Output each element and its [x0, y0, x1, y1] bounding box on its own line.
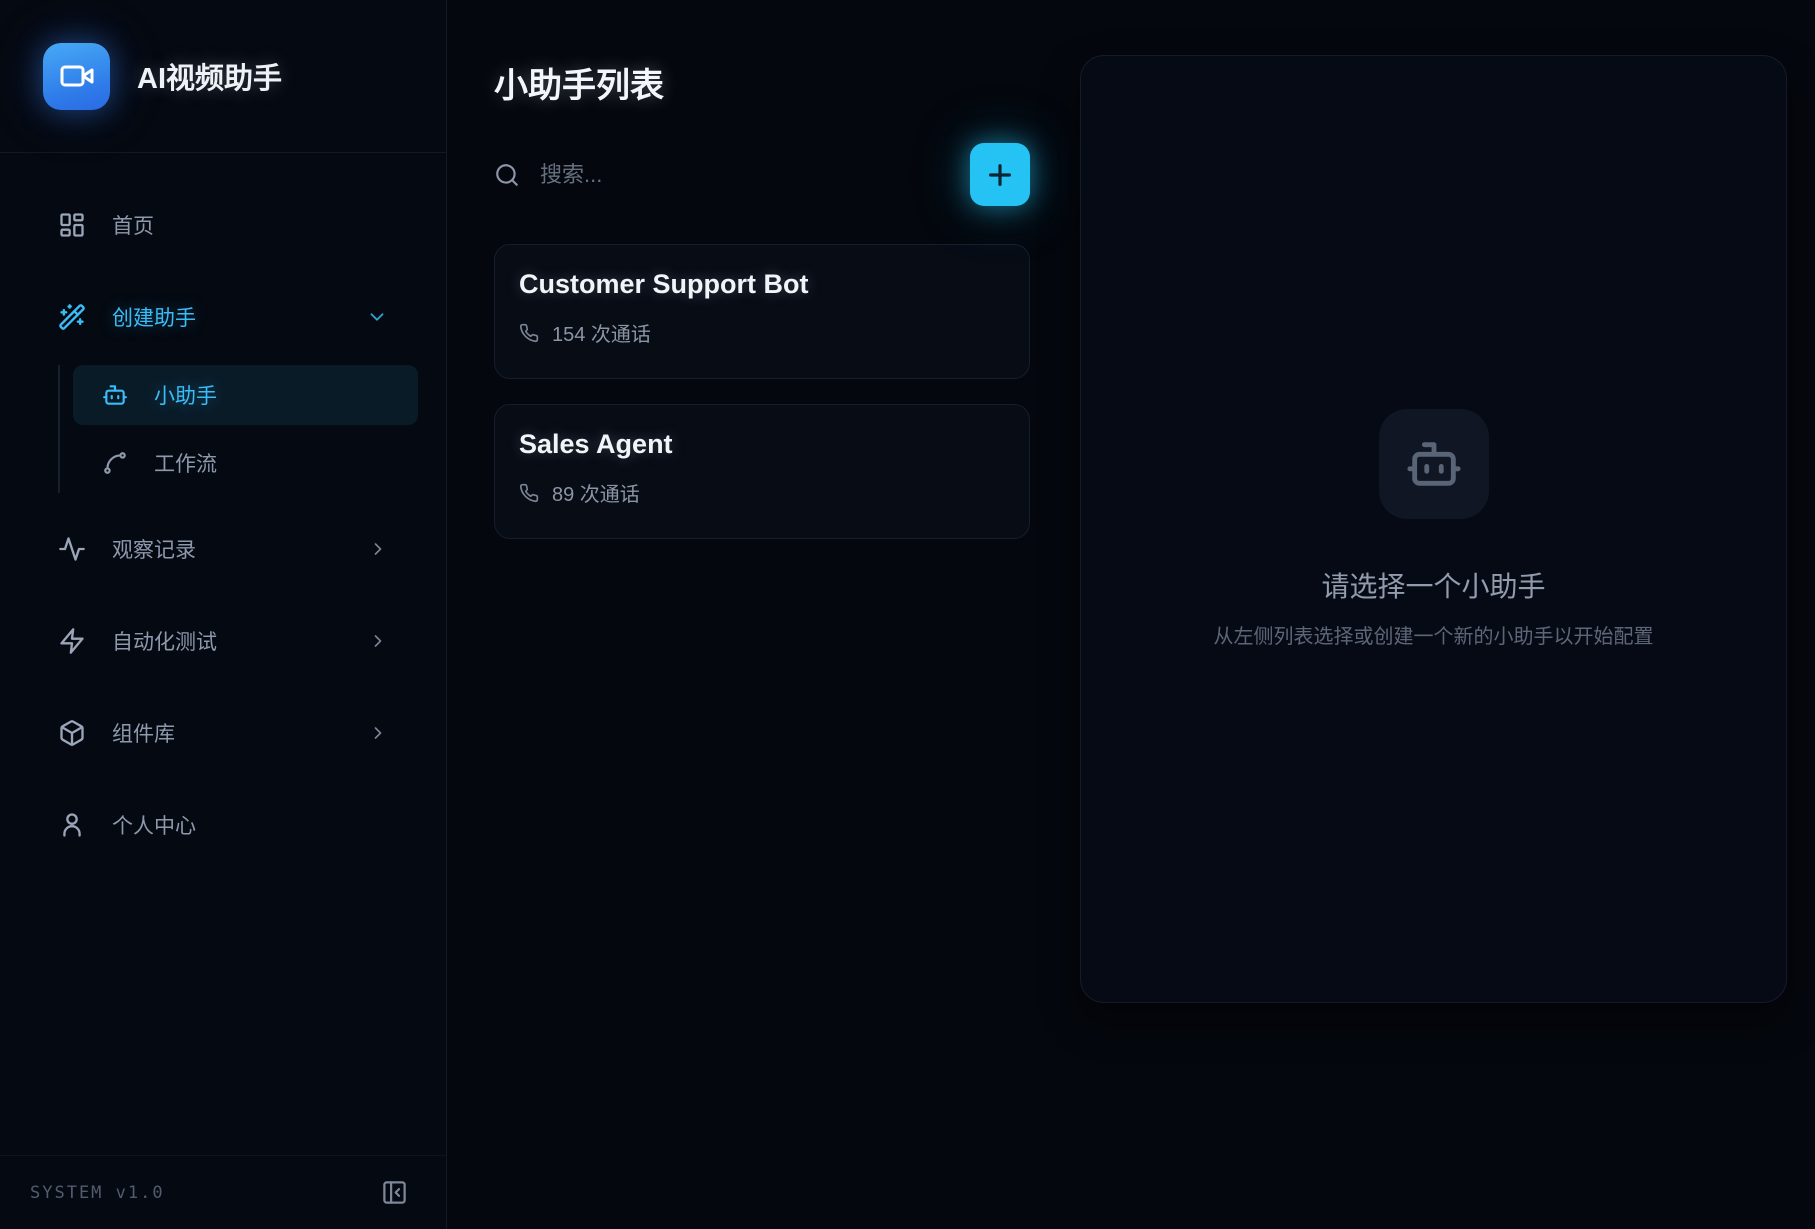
sidebar-subitem-label: 工作流: [154, 448, 217, 478]
bot-icon: [1405, 435, 1463, 493]
system-version: SYSTEM v1.0: [30, 1183, 165, 1203]
sidebar-subitem-assistants[interactable]: 小助手: [73, 365, 418, 425]
sidebar-item-label: 组件库: [112, 718, 175, 748]
sidebar-item-create-assistant[interactable]: 创建助手: [28, 289, 418, 345]
assistant-call-count: 89 次通话: [552, 478, 640, 507]
chevron-right-icon: [368, 723, 388, 743]
dashboard-icon: [58, 211, 86, 239]
sidebar-item-observe-records[interactable]: 观察记录: [28, 521, 418, 577]
assistant-list: Customer Support Bot 154 次通话 Sales Agent: [494, 244, 1030, 539]
sidebar-item-label: 首页: [112, 210, 154, 240]
add-assistant-button[interactable]: [970, 143, 1030, 206]
sidebar-subitem-label: 小助手: [154, 380, 217, 410]
assistant-name: Sales Agent: [519, 429, 1005, 460]
phone-icon: [519, 323, 539, 343]
sidebar-item-label: 自动化测试: [112, 626, 217, 656]
search-box: [494, 162, 970, 188]
panel-collapse-icon: [381, 1179, 408, 1206]
assistant-detail-panel: 请选择一个小助手 从左侧列表选择或创建一个新的小助手以开始配置: [1080, 55, 1787, 1003]
sidebar-item-label: 个人中心: [112, 810, 196, 840]
video-camera-icon: [59, 58, 95, 94]
assistant-meta: 89 次通话: [519, 478, 1005, 507]
assistant-list-toolbar: [494, 143, 1030, 206]
sidebar-item-label: 观察记录: [112, 534, 196, 564]
sidebar-subitem-workflow[interactable]: 工作流: [73, 433, 418, 493]
assistant-call-count: 154 次通话: [552, 318, 651, 347]
sidebar-footer: SYSTEM v1.0: [0, 1155, 446, 1229]
assistant-meta: 154 次通话: [519, 318, 1005, 347]
app-title: AI视频助手: [137, 55, 282, 97]
user-icon: [58, 811, 86, 839]
activity-icon: [58, 535, 86, 563]
phone-icon: [519, 483, 539, 503]
search-icon: [494, 162, 520, 188]
zap-icon: [58, 627, 86, 655]
assistant-list-panel: 小助手列表 Customer Support Bot: [448, 0, 1080, 1229]
app-logo: [43, 43, 110, 110]
sidebar-header: AI视频助手: [0, 0, 446, 153]
assistant-name: Customer Support Bot: [519, 269, 1005, 300]
bot-icon: [102, 382, 128, 408]
assistant-card[interactable]: Customer Support Bot 154 次通话: [494, 244, 1030, 379]
box-icon: [58, 719, 86, 747]
empty-state-subtitle: 从左侧列表选择或创建一个新的小助手以开始配置: [1214, 620, 1654, 649]
create-assistant-submenu: 小助手 工作流: [58, 365, 418, 493]
empty-state: 请选择一个小助手 从左侧列表选择或创建一个新的小助手以开始配置: [1214, 409, 1654, 649]
wand-sparkles-icon: [58, 303, 86, 331]
search-input[interactable]: [540, 162, 970, 188]
assistant-card[interactable]: Sales Agent 89 次通话: [494, 404, 1030, 539]
sidebar-nav: 首页 创建助手 小助手: [0, 153, 446, 853]
sidebar-item-component-library[interactable]: 组件库: [28, 705, 418, 761]
empty-state-icon-box: [1379, 409, 1489, 519]
sidebar-item-label: 创建助手: [112, 302, 196, 332]
chevron-right-icon: [368, 631, 388, 651]
sidebar-item-home[interactable]: 首页: [28, 197, 418, 253]
plus-icon: [984, 159, 1016, 191]
chevron-down-icon: [366, 306, 388, 328]
sidebar-item-automation-test[interactable]: 自动化测试: [28, 613, 418, 669]
sidebar-item-profile[interactable]: 个人中心: [28, 797, 418, 853]
collapse-sidebar-button[interactable]: [381, 1179, 408, 1206]
empty-state-title: 请选择一个小助手: [1321, 565, 1545, 605]
sidebar: AI视频助手 首页 创建助手: [0, 0, 447, 1229]
chevron-right-icon: [368, 539, 388, 559]
page-title: 小助手列表: [494, 58, 1030, 107]
workflow-icon: [102, 450, 128, 476]
